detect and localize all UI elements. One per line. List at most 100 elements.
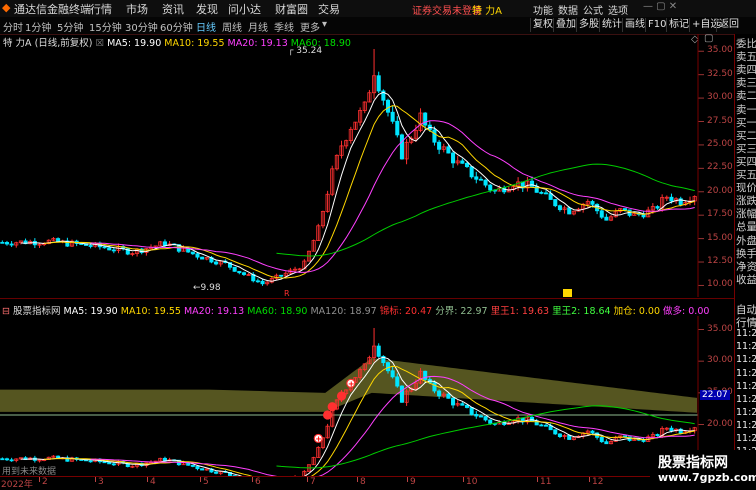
menu-wenxiaoda[interactable]: 问小达 [228,1,261,17]
menu-shichang[interactable]: 市场 [126,1,148,17]
tool-fanhui[interactable]: 返回 [716,18,741,32]
sub-candle-body [386,363,389,371]
month-tick [39,477,40,482]
tool-f10[interactable]: F10 [645,18,668,32]
period-more[interactable]: 更多 [300,19,320,34]
candle-body [544,193,547,194]
month-tick [200,477,201,482]
y-tick-label: 22.50 [707,162,733,172]
candle-body [5,242,8,244]
high-price-label: ┌ 35.24 [288,46,322,56]
ma20-line [91,121,695,273]
candle-body [451,153,454,163]
tool-diejia[interactable]: 叠加 [553,18,578,32]
tool-huaxian[interactable]: 画线 [622,18,647,32]
menu-gongshi[interactable]: 公式 [583,2,603,17]
quote-field-label: 11:2 [736,420,756,431]
sub-candle-body [433,383,436,391]
candle-body [479,179,482,180]
month-label: 6 [255,477,261,487]
month-label: 10 [466,477,477,487]
sub-candle-body [465,405,468,407]
candle-body [433,130,436,142]
candle-body [470,167,473,177]
chevron-down-icon[interactable]: ▾ [322,19,327,30]
buy-signal-icon [328,403,336,411]
sub-candle-body [89,461,92,462]
menu-xuanxiang[interactable]: 选项 [608,2,628,17]
month-tick [307,477,308,482]
period-5min[interactable]: 5分钟 [57,19,83,34]
candle-body [568,208,571,214]
sub-candle-body [391,371,394,377]
tool-fuquan[interactable]: 复权 [530,18,555,32]
candle-body [377,76,380,91]
app-name: 通达信金融终端 [14,1,91,17]
sub-candle-body [605,442,608,444]
window-icons[interactable]: — ▢ ✕ [643,1,677,12]
menu-jiaoyi[interactable]: 交易 [318,1,340,17]
candle-body [214,262,217,264]
month-label: 11 [540,477,551,487]
sub-candle-body [396,377,399,386]
ma5-line [21,92,695,281]
title-bar: ◆ 通达信金融终端 行情 市场 资讯 发现 问小达 财富圈 交易 证券交易未登录… [0,0,756,18]
month-tick [357,477,358,482]
candle-body [233,267,236,271]
period-daily[interactable]: 日线 [196,19,216,34]
period-quarterly[interactable]: 季线 [274,19,294,34]
indicator-chart[interactable]: ++ [0,316,734,476]
y-tick-label: 30.00 [707,92,733,102]
sub-candle-body [10,460,13,461]
sub-candle-body [540,425,543,426]
menu-zixun[interactable]: 资讯 [162,1,184,17]
period-15min[interactable]: 15分钟 [89,19,122,34]
month-label: 5 [203,477,209,487]
y-tick-label: 10.00 [707,279,733,289]
month-label: 9 [410,477,416,487]
sub-candle-body [196,466,199,468]
candle-body [242,273,245,275]
period-weekly[interactable]: 周线 [222,19,242,34]
month-label: 8 [360,477,366,487]
candle-body [656,207,659,209]
sub-candle-body [103,462,106,463]
watermark: 股票指标网 www.7gpzb.com [650,450,756,487]
sub-y-tick-label: 20.00 [707,419,733,429]
month-tick [147,477,148,482]
tool-tongji[interactable]: 统计 [599,18,624,32]
menu-gongneng[interactable]: 功能 [533,2,553,17]
sub-candle-body [554,430,557,434]
tool-duogu[interactable]: 多股 [576,18,601,32]
sub-legend: ⊟ 股票指标网 MA5: 19.90 MA10: 19.55 MA20: 19.… [2,303,709,317]
menu-caifuquan[interactable]: 财富圈 [275,1,308,17]
tool-biaoji[interactable]: 标记 [666,18,691,32]
menu-faxian[interactable]: 发现 [196,1,218,17]
period-monthly[interactable]: 月线 [248,19,268,34]
menu-shuju[interactable]: 数据 [558,2,578,17]
candle-body [396,121,399,135]
period-fenshi[interactable]: 分时 [3,19,23,34]
app-logo-icon: ◆ [2,1,10,14]
quote-field-label: 11:2 [736,433,756,444]
period-60min[interactable]: 60分钟 [160,19,193,34]
y-tick-label: 20.00 [707,186,733,196]
candle-body [196,254,199,257]
kline-chart[interactable]: R [0,34,734,297]
candle-body [256,281,259,282]
quote-panel: 委比卖五卖四卖三卖二卖一买一买二买三买四买五现价涨跌涨幅总量外盘换手净资收益自动… [734,34,756,487]
sub-candle-body [191,465,194,466]
sub-candle-body [437,391,440,396]
period-30min[interactable]: 30分钟 [125,19,158,34]
sub-candle-body [377,346,380,356]
period-1min[interactable]: 1分钟 [25,19,51,34]
sub-y-tick-label: 35.00 [707,324,733,334]
signal-box [563,289,572,297]
sub-candle-body [600,437,603,441]
y-tick-label: 15.00 [707,233,733,243]
sub-candle-body [479,416,482,417]
menu-hangqing[interactable]: 行情 [90,1,112,17]
candle-body [461,161,464,163]
sub-candle-body [544,425,547,426]
quote-field-label: 11:2 [736,354,756,365]
